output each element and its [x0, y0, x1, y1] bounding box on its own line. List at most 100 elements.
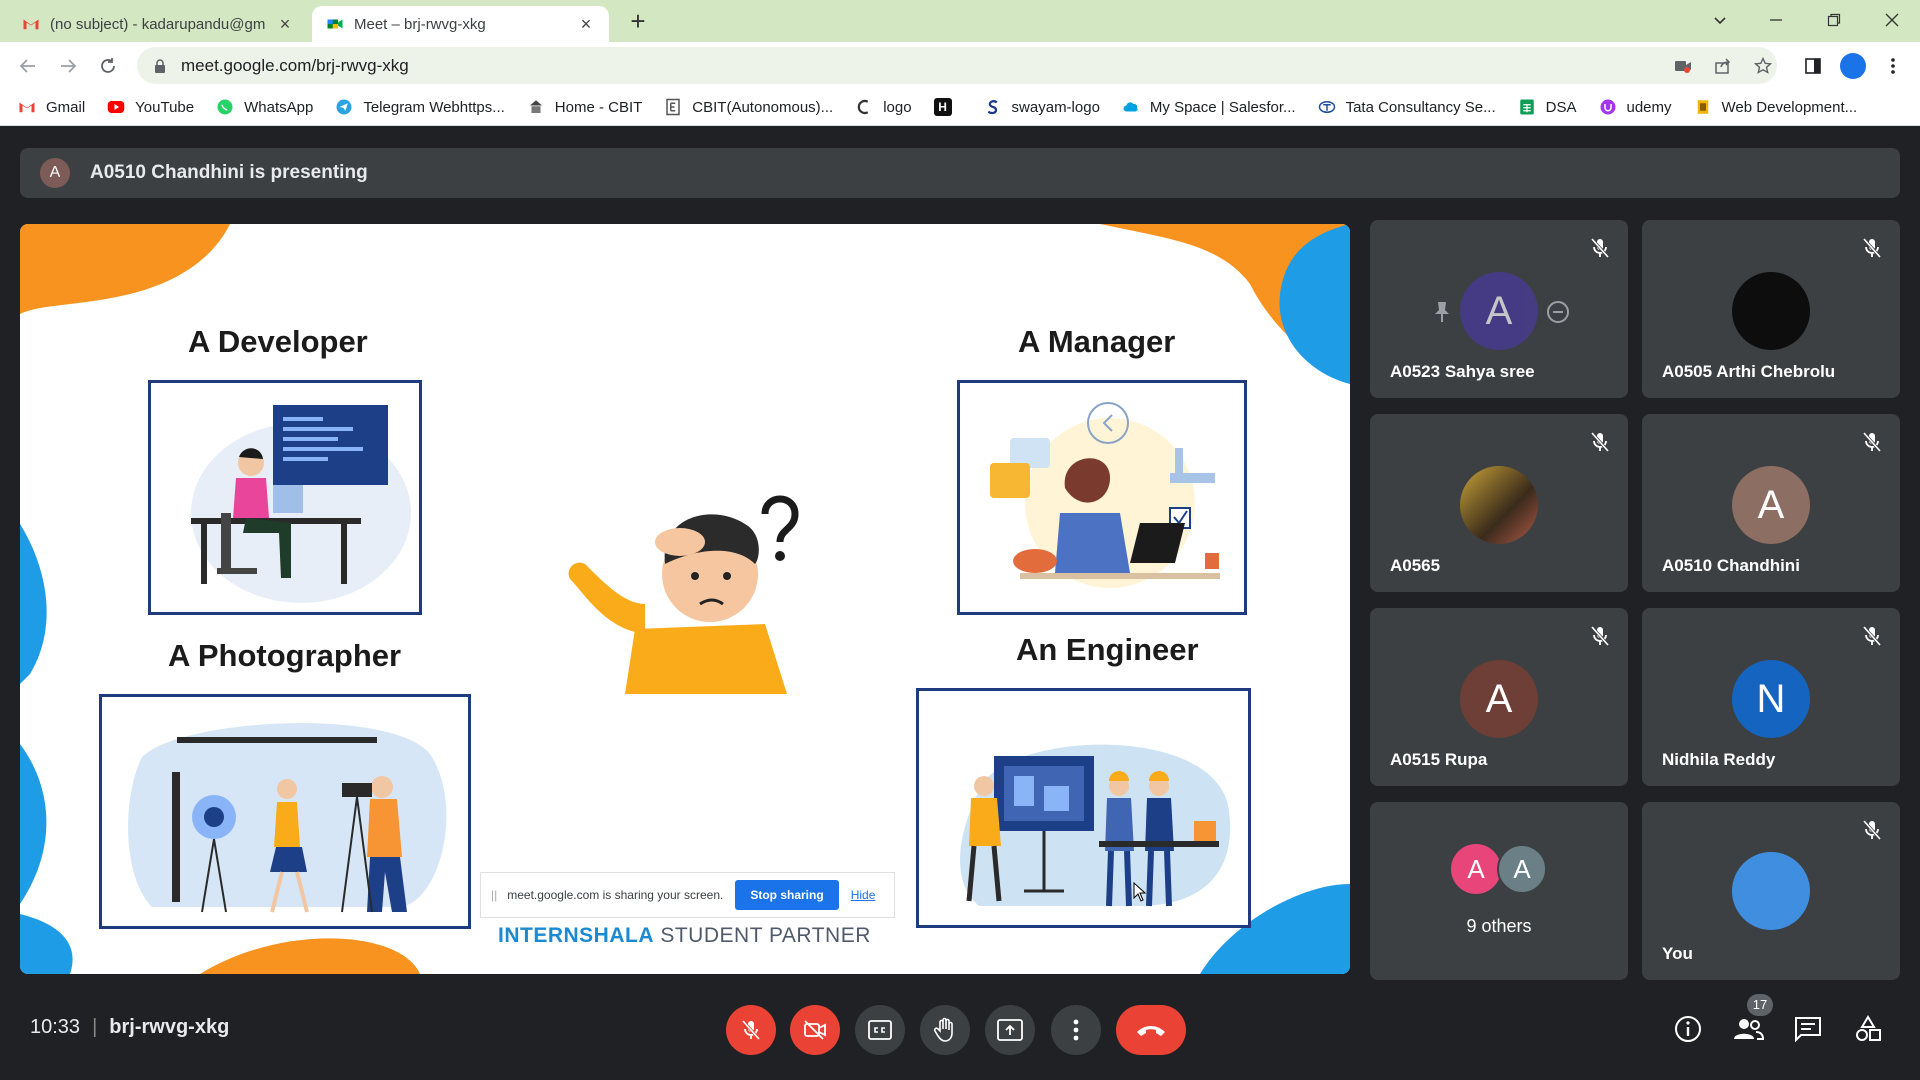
others-avatar: A — [1451, 844, 1501, 894]
leave-call-button[interactable] — [1116, 1005, 1186, 1055]
heading-developer: A Developer — [188, 324, 368, 359]
bookmark-dsa[interactable]: DSA — [1518, 98, 1577, 116]
lock-icon — [155, 58, 165, 73]
meeting-details-button[interactable] — [1668, 1008, 1708, 1050]
camera-off-icon — [804, 1020, 826, 1040]
pin-icon[interactable] — [1432, 300, 1452, 324]
more-dots-icon — [1073, 1019, 1079, 1041]
camera-blocked-icon[interactable] — [1670, 53, 1696, 79]
more-options-button[interactable] — [1051, 1005, 1101, 1055]
bookmark-whatsapp[interactable]: WhatsApp — [216, 98, 313, 116]
profile-avatar[interactable] — [1840, 53, 1866, 79]
cbit-logo-icon — [529, 100, 542, 113]
bookmark-hackerrank[interactable]: H — [933, 98, 962, 116]
participant-name: A0515 Rupa — [1390, 750, 1488, 769]
url-text: meet.google.com/brj-rwvg-xkg — [181, 55, 409, 75]
photographer-illustration — [99, 694, 471, 929]
presenting-banner: A A0510 Chandhini is presenting — [20, 148, 1900, 198]
bookmark-web-development[interactable]: Web Development... — [1694, 98, 1857, 116]
manager-illustration — [957, 380, 1247, 615]
participant-tile[interactable]: A A0515 Rupa — [1370, 608, 1628, 786]
participant-avatar: N — [1732, 660, 1810, 738]
participant-name: A0505 Arthi Chebrolu — [1662, 362, 1836, 381]
bookmark-tcs[interactable]: Tata Consultancy Se... — [1318, 98, 1496, 116]
meeting-time: 10:33 — [30, 1016, 81, 1038]
browser-toolbar: meet.google.com/brj-rwvg-xkg — [0, 42, 1920, 89]
activities-button[interactable] — [1848, 1008, 1888, 1050]
participant-name: A0523 Sahya sree — [1390, 362, 1535, 381]
remove-icon[interactable] — [1546, 300, 1570, 324]
hand-icon — [933, 1017, 953, 1042]
participant-tile[interactable]: A A0523 Sahya sree — [1370, 220, 1628, 398]
bookmark-cbit-autonomous[interactable]: CBIT(Autonomous)... — [664, 98, 833, 116]
menu-dots-icon[interactable] — [1880, 53, 1906, 79]
captions-button[interactable] — [855, 1005, 905, 1055]
people-icon — [1734, 1019, 1764, 1040]
address-bar[interactable]: meet.google.com/brj-rwvg-xkg — [137, 47, 1777, 84]
participant-tile[interactable]: A A0510 Chandhini — [1642, 414, 1900, 592]
bookmark-logo[interactable]: logo — [855, 98, 912, 116]
minimize-icon[interactable] — [1752, 0, 1800, 40]
gmail-icon — [19, 102, 35, 113]
mic-toggle-button[interactable] — [726, 1005, 776, 1055]
new-tab-button[interactable]: + — [622, 6, 654, 38]
mic-off-icon — [1590, 238, 1610, 258]
stop-sharing-button[interactable]: Stop sharing — [735, 880, 839, 910]
participant-tile[interactable]: N Nidhila Reddy — [1642, 608, 1900, 786]
self-tile[interactable]: You — [1642, 802, 1900, 980]
self-avatar — [1732, 852, 1810, 930]
participant-tile[interactable]: A0505 Arthi Chebrolu — [1642, 220, 1900, 398]
side-panel-icon[interactable] — [1800, 53, 1826, 79]
screen-share-notice: || meet.google.com is sharing your scree… — [480, 872, 895, 918]
bookmark-telegram[interactable]: Telegram Webhttps... — [335, 98, 505, 116]
mic-off-icon — [741, 1020, 761, 1040]
captions-icon — [868, 1020, 892, 1040]
share-icon[interactable] — [1710, 53, 1736, 79]
tab-gmail[interactable]: (no subject) - kadarupandu@gm × — [8, 6, 308, 42]
others-count: 9 others — [1466, 916, 1532, 936]
bookmark-home-cbit[interactable]: Home - CBIT — [527, 98, 642, 116]
chat-button[interactable] — [1788, 1008, 1828, 1050]
swayam-icon — [987, 100, 998, 115]
close-icon[interactable]: × — [276, 14, 294, 35]
mic-off-icon — [1862, 626, 1882, 646]
participant-name: A0510 Chandhini — [1662, 556, 1800, 575]
participant-name: A0565 — [1390, 556, 1441, 575]
people-count-badge: 17 — [1747, 994, 1773, 1016]
bookmark-gmail[interactable]: Gmail — [18, 98, 85, 116]
bookmark-salesforce[interactable]: My Space | Salesfor... — [1122, 98, 1296, 116]
tab-title: Meet – brj-rwvg-xkg — [354, 15, 486, 33]
tab-strip: (no subject) - kadarupandu@gm × Meet – b… — [0, 0, 1920, 42]
info-icon — [1675, 1016, 1701, 1042]
document-e-icon — [666, 98, 681, 116]
bookmark-swayam[interactable]: swayam-logo — [984, 98, 1100, 116]
bookmark-udemy[interactable]: udemy — [1599, 98, 1672, 116]
raise-hand-button[interactable] — [920, 1005, 970, 1055]
mouse-cursor-icon — [1133, 882, 1147, 902]
forward-arrow-icon[interactable] — [52, 50, 84, 82]
presented-slide: A Developer A Manager A Photographer An … — [20, 224, 1350, 974]
others-tile[interactable]: A A 9 others — [1370, 802, 1628, 980]
close-icon[interactable]: × — [577, 14, 595, 35]
back-arrow-icon[interactable] — [12, 50, 44, 82]
presenter-avatar: A — [40, 158, 70, 188]
participant-avatar — [1732, 272, 1810, 350]
tab-search-icon[interactable] — [1696, 0, 1744, 40]
drag-handle-icon[interactable]: || — [491, 888, 497, 902]
meeting-code: brj-rwvg-xkg — [109, 1016, 230, 1038]
bookmark-star-icon[interactable] — [1750, 53, 1776, 79]
reload-icon[interactable] — [92, 50, 124, 82]
meeting-info: 10:33 | brj-rwvg-xkg — [30, 1016, 230, 1038]
participant-tile[interactable]: A0565 — [1370, 414, 1628, 592]
bookmark-youtube[interactable]: YouTube — [107, 98, 194, 116]
participant-avatar: A — [1460, 660, 1538, 738]
window-close-icon[interactable] — [1868, 0, 1916, 40]
tab-meet[interactable]: Meet – brj-rwvg-xkg × — [312, 6, 609, 42]
camera-toggle-button[interactable] — [790, 1005, 840, 1055]
udemy-icon — [1600, 99, 1615, 115]
mic-off-icon — [1862, 238, 1882, 258]
restore-icon[interactable] — [1810, 0, 1858, 40]
tab-title: (no subject) - kadarupandu@gm — [50, 15, 266, 33]
present-screen-button[interactable] — [985, 1005, 1035, 1055]
hide-link[interactable]: Hide — [851, 888, 876, 902]
